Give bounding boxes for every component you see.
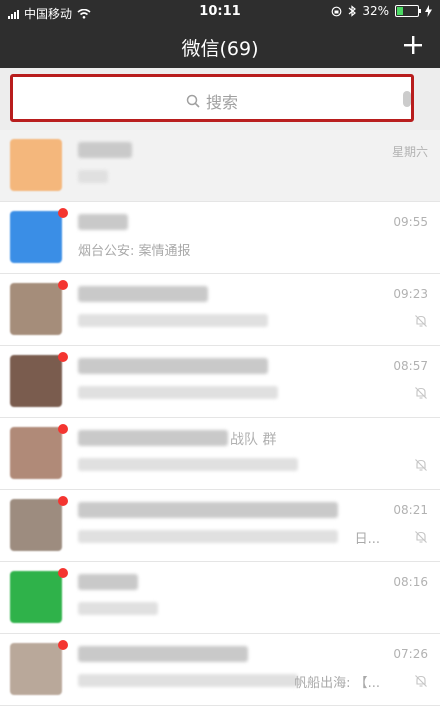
chat-row[interactable]: 星期六 — [0, 130, 440, 202]
avatar — [10, 283, 62, 335]
chat-preview: 烟台公安: 案情通报 — [78, 244, 191, 259]
mute-icon — [415, 531, 427, 543]
mic-icon[interactable] — [403, 91, 411, 107]
chat-time: 星期六 — [391, 145, 428, 159]
chat-list: 星期六烟台公安: 案情通报 09:55 09:23 08:57 战队 群日... 08:2… — [0, 130, 440, 706]
page-title: 微信(69) — [181, 38, 259, 60]
chat-preview-blurred — [78, 170, 108, 183]
unread-badge — [58, 208, 68, 218]
chat-preview-blurred — [78, 386, 278, 399]
chat-preview: 日... — [354, 532, 380, 547]
search-placeholder-group: 搜索 — [13, 89, 411, 113]
mute-icon — [415, 387, 427, 399]
search-icon — [186, 94, 200, 108]
status-right: 32% — [331, 4, 432, 18]
chat-name-blurred — [78, 646, 248, 662]
search-area: 搜索 — [0, 68, 440, 130]
chat-preview: 帆船出海: 【... — [294, 676, 380, 691]
bluetooth-icon — [348, 5, 357, 17]
unread-badge — [58, 640, 68, 650]
mute-icon — [415, 675, 427, 687]
chat-preview-blurred — [78, 602, 158, 615]
nav-bar: 微信(69) — [0, 24, 440, 68]
chat-name-blurred — [78, 358, 268, 374]
chat-time: 09:55 — [393, 215, 428, 229]
chat-row[interactable]: 08:57 — [0, 346, 440, 418]
unread-badge — [58, 568, 68, 578]
search-placeholder: 搜索 — [205, 93, 238, 112]
chat-name-blurred — [78, 574, 138, 590]
chat-preview-blurred — [78, 314, 268, 327]
status-bar: 中国移动 10:11 32% — [0, 0, 440, 24]
chat-time: 09:23 — [393, 287, 428, 301]
avatar — [10, 643, 62, 695]
chat-preview-blurred — [78, 674, 298, 687]
avatar — [10, 211, 62, 263]
chat-preview-blurred — [78, 530, 338, 543]
chat-time: 08:16 — [393, 575, 428, 589]
chat-name-blurred — [78, 142, 132, 158]
battery-icon — [395, 5, 421, 17]
chat-time: 08:21 — [393, 503, 428, 517]
chat-name: 战队 群 — [230, 432, 277, 448]
battery-percent: 32% — [362, 4, 389, 18]
mute-icon — [415, 459, 427, 471]
charging-icon — [425, 5, 432, 17]
chat-name-blurred — [78, 430, 228, 446]
chat-row[interactable]: 09:23 — [0, 274, 440, 346]
chat-name-blurred — [78, 214, 128, 230]
chat-time: 07:26 — [393, 647, 428, 661]
chat-row[interactable]: 08:16 — [0, 562, 440, 634]
unread-badge — [58, 424, 68, 434]
chat-preview-blurred — [78, 458, 298, 471]
avatar — [10, 499, 62, 551]
avatar — [10, 427, 62, 479]
add-icon[interactable] — [402, 34, 424, 56]
unread-badge — [58, 280, 68, 290]
avatar — [10, 571, 62, 623]
chat-time: 08:57 — [393, 359, 428, 373]
chat-row[interactable]: 烟台公安: 案情通报 09:55 — [0, 202, 440, 274]
chat-row[interactable]: 帆船出海: 【... 07:26 — [0, 634, 440, 706]
unread-badge — [58, 352, 68, 362]
avatar — [10, 355, 62, 407]
chat-row[interactable]: 战队 群 — [0, 418, 440, 490]
chat-row[interactable]: 日... 08:21 — [0, 490, 440, 562]
chat-name-blurred — [78, 502, 338, 518]
chat-name-blurred — [78, 286, 208, 302]
unread-badge — [58, 496, 68, 506]
mute-icon — [415, 315, 427, 327]
search-input[interactable]: 搜索 — [10, 74, 414, 122]
rotation-lock-icon — [331, 6, 342, 16]
avatar — [10, 139, 62, 191]
